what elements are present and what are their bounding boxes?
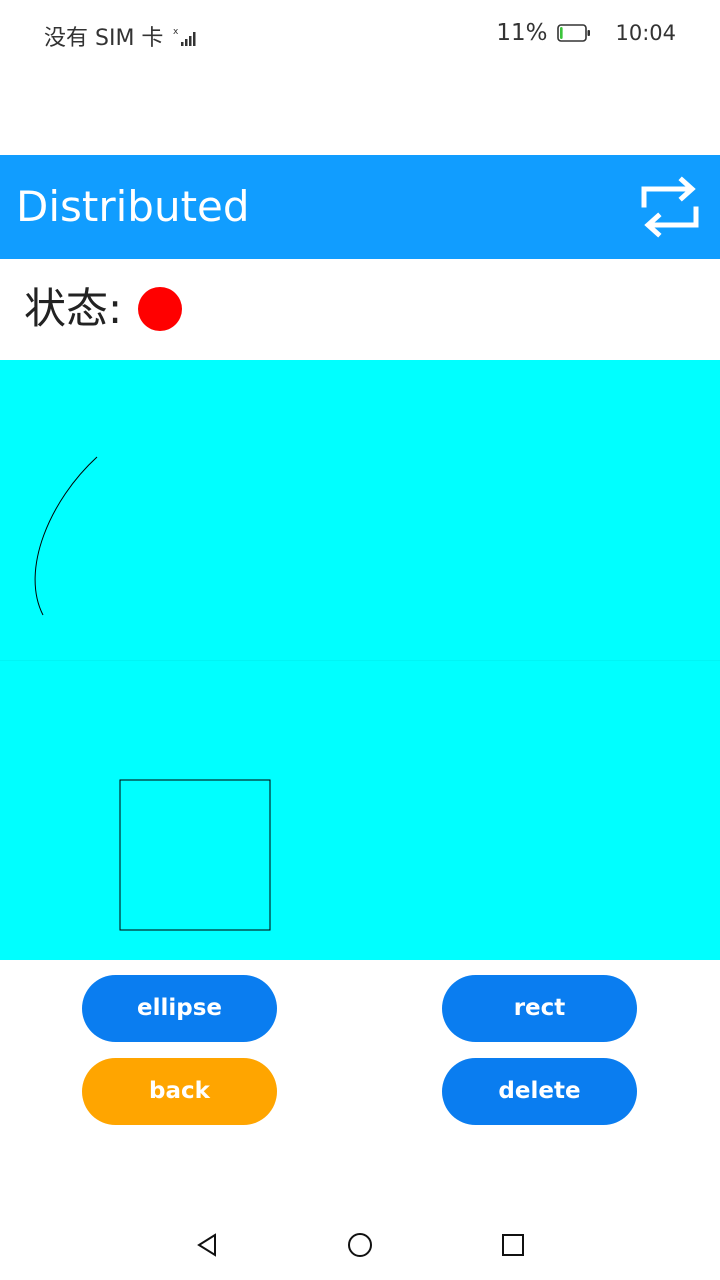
square-recents-icon[interactable]: [496, 1228, 530, 1262]
battery-percent: 11%: [496, 20, 548, 46]
drawing-canvas[interactable]: [0, 360, 720, 960]
triangle-back-icon[interactable]: [190, 1228, 224, 1262]
app-title: Distributed: [16, 182, 250, 231]
carrier-text: 没有 SIM 卡: [44, 26, 164, 51]
clock: 10:04: [615, 21, 676, 45]
delete-button[interactable]: delete: [442, 1058, 637, 1125]
circle-home-icon[interactable]: [343, 1228, 377, 1262]
rectangle-shape: [119, 779, 271, 931]
status-right: 11% 10:04: [496, 20, 676, 46]
signal-icon: x: [173, 27, 196, 46]
battery-icon: [557, 24, 591, 42]
app-bar: Distributed: [0, 155, 720, 259]
swap-arrows-icon: [641, 176, 699, 238]
back-button[interactable]: back: [82, 1058, 277, 1125]
ellipse-arc-shape: [34, 456, 98, 616]
state-label: 状态:: [24, 284, 123, 333]
navigation-bar: [0, 1210, 720, 1280]
canvas-shapes: [34, 456, 271, 931]
status-bar: 没有 SIM 卡 x 11% 10:04: [0, 0, 720, 72]
connection-status-indicator: [138, 287, 182, 331]
ellipse-button[interactable]: ellipse: [82, 975, 277, 1042]
state-row: 状态:: [0, 259, 720, 360]
status-left: 没有 SIM 卡 x: [44, 20, 201, 52]
svg-text:x: x: [173, 27, 179, 37]
screen: 没有 SIM 卡 x 11% 10:04 Distributed 状态: ell…: [0, 0, 720, 1280]
rect-button[interactable]: rect: [442, 975, 637, 1042]
swap-button[interactable]: [638, 175, 702, 239]
